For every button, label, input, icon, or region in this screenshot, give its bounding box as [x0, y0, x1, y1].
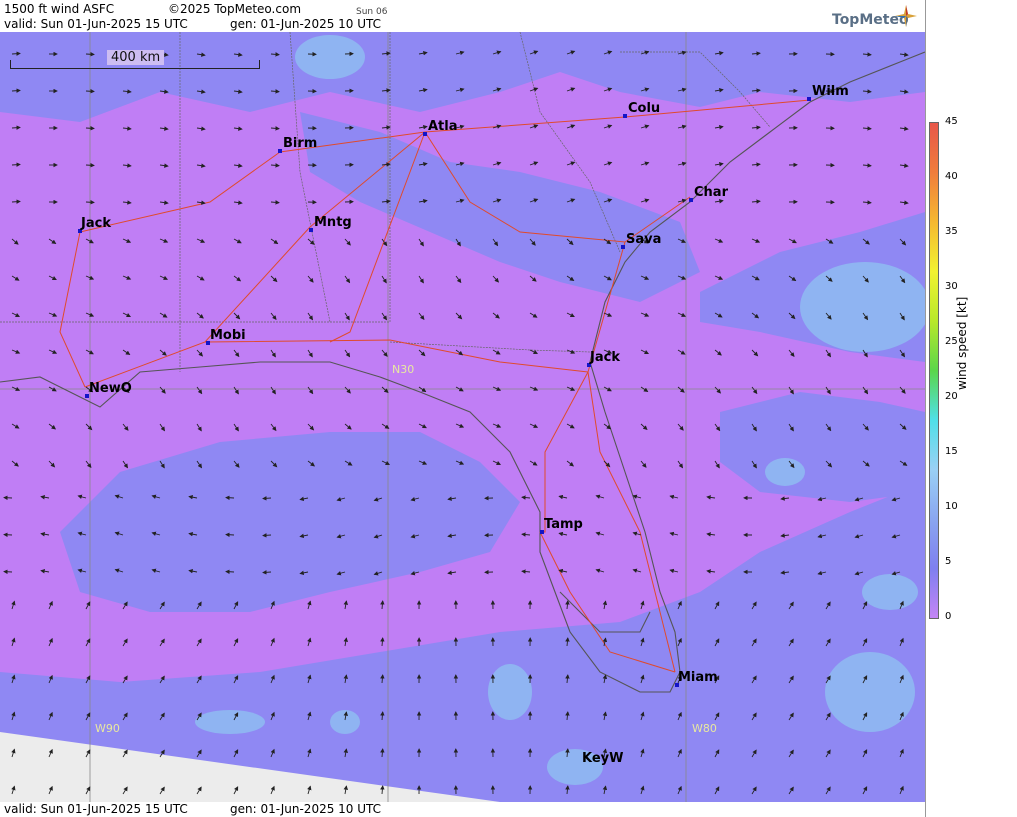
wind-arrow	[262, 496, 272, 501]
grid-label-n30: N30	[392, 363, 415, 376]
colorbar-tick: 5	[945, 556, 952, 567]
wind-arrow	[262, 570, 272, 575]
compass-star-icon	[895, 5, 917, 27]
colorbar-tick: 40	[945, 171, 958, 182]
footer-valid-time: valid: Sun 01-Jun-2025 15 UTC	[4, 802, 188, 816]
scale-bar-label: 400 km	[107, 50, 165, 65]
wind-map-canvas	[0, 32, 925, 802]
wind-arrow	[225, 569, 235, 574]
map-title: 1500 ft wind ASFC	[4, 2, 115, 16]
colorbar-tick: 45	[945, 116, 958, 127]
footer-bar: valid: Sun 01-Jun-2025 15 UTC gen: 01-Ju…	[0, 802, 925, 817]
colorbar-tick: 35	[945, 226, 958, 237]
colorbar-title: wind speed [kt]	[955, 296, 969, 390]
wind-arrow	[11, 162, 21, 167]
wind-arrow	[11, 125, 21, 130]
scale-bar: 400 km	[10, 50, 260, 69]
generated-time: gen: 01-Jun-2025 10 UTC	[230, 17, 382, 31]
wind-arrow	[262, 533, 272, 538]
wind-arrow	[85, 200, 95, 205]
wind-map[interactable]: 400 km N30 W90 W80 Wilm Colu Atla Birm C…	[0, 32, 925, 802]
header-bar: 1500 ft wind ASFC ©2025 TopMeteo.com Sun…	[0, 0, 925, 32]
footer-generated-time: gen: 01-Jun-2025 10 UTC	[230, 802, 382, 816]
wind-arrow	[85, 163, 95, 168]
grid-label-w80: W80	[692, 722, 717, 735]
colorbar-tick: 10	[945, 501, 958, 512]
wind-arrow	[85, 52, 95, 57]
colorbar-tick: 30	[945, 281, 958, 292]
wind-arrow	[11, 88, 21, 93]
wind-arrow	[225, 532, 235, 537]
wind-arrow	[11, 199, 21, 204]
wind-arrow	[11, 51, 21, 56]
colorbar-tick: 15	[945, 446, 958, 457]
wind-arrow	[225, 495, 235, 500]
copyright-text: ©2025 TopMeteo.com	[168, 2, 302, 16]
wind-arrow	[85, 126, 95, 131]
valid-time: valid: Sun 01-Jun-2025 15 UTC	[4, 17, 188, 31]
colorbar-tick: 20	[945, 391, 958, 402]
colorbar-tick: 0	[945, 611, 952, 622]
colorbar	[929, 122, 939, 619]
grid-label-w90: W90	[95, 722, 120, 735]
wind-arrow	[85, 89, 95, 94]
